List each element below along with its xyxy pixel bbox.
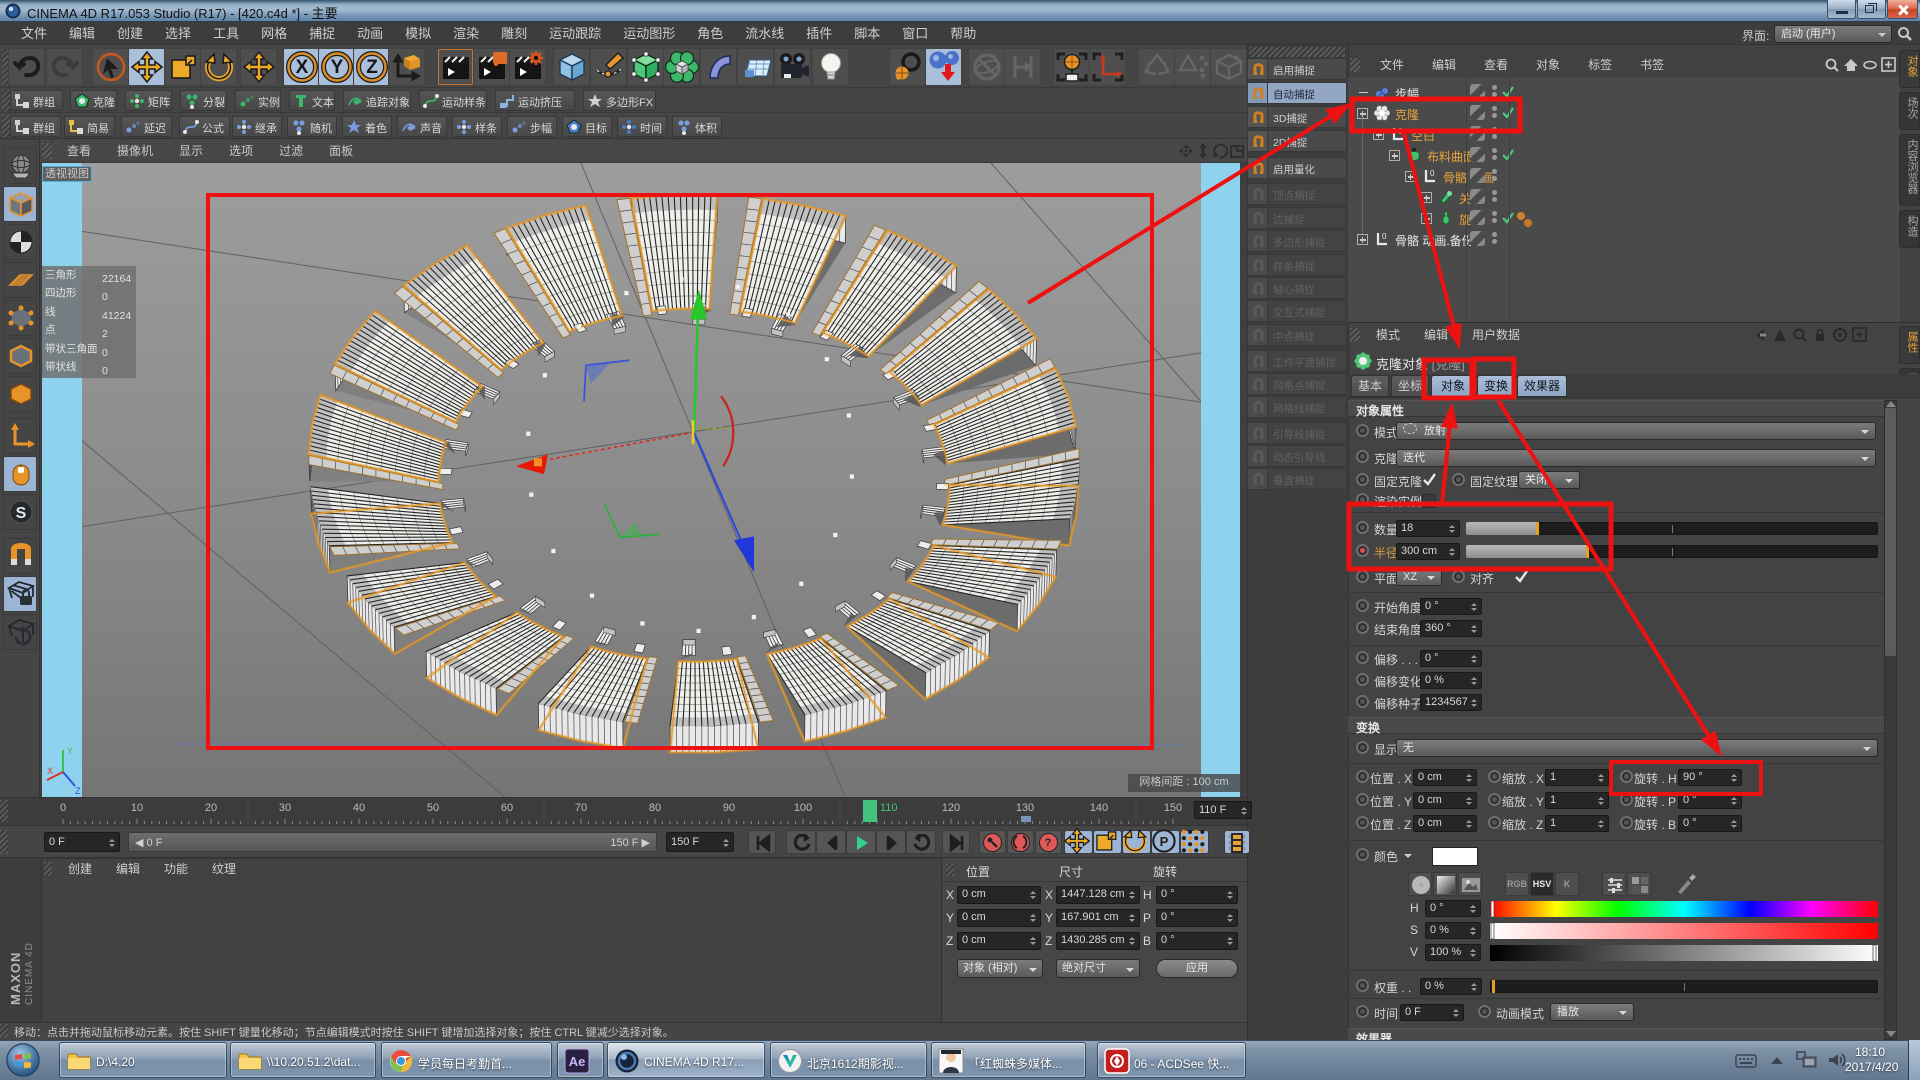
svg-text:0: 0 bbox=[1382, 232, 1387, 241]
svg-text:60: 60 bbox=[501, 802, 513, 814]
svg-text:10: 10 bbox=[131, 802, 143, 814]
svg-text:X: X bbox=[296, 57, 309, 78]
svg-text:20: 20 bbox=[205, 802, 217, 814]
svg-text:80: 80 bbox=[649, 802, 661, 814]
svg-text:0: 0 bbox=[1430, 169, 1435, 178]
svg-text:0: 0 bbox=[1398, 127, 1403, 136]
svg-text:0: 0 bbox=[60, 802, 66, 814]
svg-text:40: 40 bbox=[353, 802, 365, 814]
svg-text:30: 30 bbox=[279, 802, 291, 814]
svg-text:150: 150 bbox=[1164, 802, 1182, 814]
svg-text:70: 70 bbox=[575, 802, 587, 814]
svg-text:X: X bbox=[47, 766, 53, 776]
svg-text:100: 100 bbox=[794, 802, 812, 814]
svg-text:90: 90 bbox=[723, 802, 735, 814]
svg-text:Ae: Ae bbox=[569, 1054, 586, 1069]
svg-text:Z: Z bbox=[75, 786, 81, 794]
svg-text:P: P bbox=[1160, 834, 1169, 849]
svg-text:S: S bbox=[16, 505, 27, 522]
svg-text:Z: Z bbox=[366, 57, 378, 78]
svg-text:Y: Y bbox=[331, 57, 344, 78]
svg-text:110: 110 bbox=[880, 802, 898, 814]
svg-text:Y: Y bbox=[67, 746, 73, 756]
svg-text:140: 140 bbox=[1090, 802, 1108, 814]
svg-text:120: 120 bbox=[942, 802, 960, 814]
svg-text:130: 130 bbox=[1016, 802, 1034, 814]
svg-text:50: 50 bbox=[427, 802, 439, 814]
svg-text:?: ? bbox=[1045, 837, 1052, 849]
